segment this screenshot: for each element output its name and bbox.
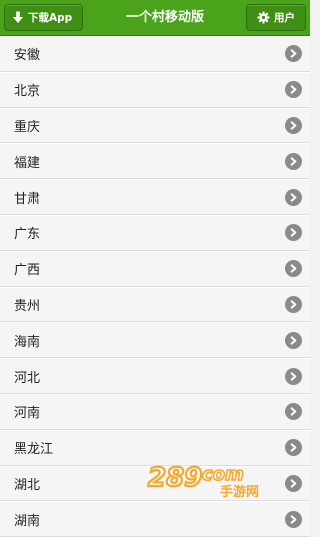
download-app-button[interactable]: 下载App: [4, 4, 83, 31]
region-label: 福建: [14, 155, 41, 171]
chevron-right-circle-icon: [285, 510, 302, 528]
chevron-right-circle-icon: [285, 260, 302, 278]
region-label: 重庆: [14, 119, 41, 135]
user-label: 用户: [274, 12, 295, 24]
region-label: 安徽: [14, 48, 41, 64]
chevron-right-circle-icon: [285, 295, 302, 313]
chevron-right-circle-icon: [285, 81, 302, 99]
chevron-right-circle-icon: [285, 367, 302, 385]
region-label: 黑龙江: [14, 442, 54, 458]
chevron-right-circle-icon: [285, 331, 302, 349]
gear-icon: [257, 11, 270, 24]
chevron-right-circle-icon: [285, 439, 302, 457]
chevron-right-circle-icon: [285, 116, 302, 134]
watermark-site: 手游网: [220, 484, 259, 500]
region-label: 甘肃: [14, 191, 41, 207]
region-label: 广东: [14, 227, 41, 243]
chevron-right-circle-icon: [285, 188, 302, 206]
user-button[interactable]: 用户: [246, 4, 306, 31]
region-row[interactable]: 湖南: [0, 501, 310, 537]
top-bar: 下载App 一个村移动版 用户: [0, 0, 310, 36]
region-label: 河南: [14, 406, 41, 422]
chevron-right-circle-icon: [285, 152, 302, 170]
region-label: 湖北: [14, 477, 41, 493]
region-row[interactable]: 海南: [0, 322, 310, 359]
region-label: 海南: [14, 334, 41, 350]
region-row[interactable]: 河北: [0, 358, 310, 394]
region-label: 河北: [14, 370, 41, 386]
chevron-right-circle-icon: [285, 224, 302, 242]
region-row[interactable]: 安徽: [0, 36, 310, 72]
region-row[interactable]: 广西: [0, 250, 310, 287]
page: 下载App 一个村移动版 用户 安徽 北京 重庆 福建 甘肃 广东 广西 贵州 …: [0, 0, 310, 537]
chevron-right-circle-icon: [285, 45, 302, 63]
region-row[interactable]: 重庆: [0, 107, 310, 144]
region-row[interactable]: 广东: [0, 214, 310, 251]
chevron-right-circle-icon: [285, 403, 302, 421]
chevron-right-circle-icon: [285, 474, 302, 492]
region-row[interactable]: 福建: [0, 143, 310, 180]
region-label: 北京: [14, 84, 41, 100]
region-label: 贵州: [14, 298, 41, 314]
download-arrow-icon: [12, 11, 24, 24]
watermark-number: 289: [148, 463, 202, 493]
region-row[interactable]: 北京: [0, 71, 310, 108]
region-label: 广西: [14, 263, 41, 279]
region-label: 湖南: [14, 513, 41, 529]
watermark-domain: com: [202, 464, 244, 485]
site-watermark: 289 com 手游网: [146, 458, 266, 502]
download-app-label: 下载App: [28, 12, 73, 24]
region-row[interactable]: 贵州: [0, 286, 310, 323]
region-row[interactable]: 河南: [0, 393, 310, 430]
region-row[interactable]: 甘肃: [0, 179, 310, 215]
page-title: 一个村移动版: [125, 10, 204, 25]
